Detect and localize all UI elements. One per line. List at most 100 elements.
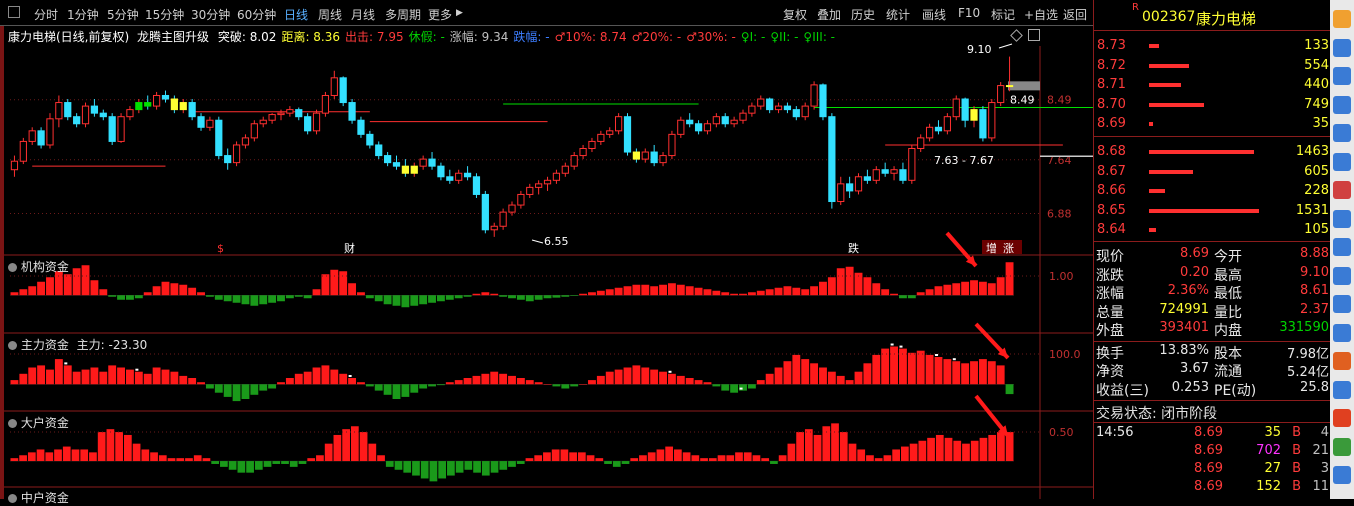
quote-header: R 002367 康力电梯 — [1094, 0, 1331, 31]
candle-icon[interactable] — [1333, 181, 1351, 199]
period-tab-9[interactable]: 多周期 — [385, 6, 421, 23]
toolbar-button-8[interactable]: 返回 — [1063, 6, 1087, 23]
window-toggle-icon[interactable] — [8, 6, 20, 18]
stat-label: 净资 — [1096, 364, 1124, 380]
toolbar-button-4[interactable]: 画线 — [922, 6, 946, 23]
flow-marker — [952, 358, 956, 361]
fire-icon[interactable] — [1333, 409, 1351, 427]
candle-body — [961, 98, 969, 121]
toolbar-button-2[interactable]: 历史 — [851, 6, 875, 23]
flow-bar — [596, 290, 605, 296]
period-tab-6[interactable]: 日线 — [284, 6, 308, 23]
flow-bar — [71, 449, 80, 462]
flow-bar — [712, 290, 721, 296]
book-icon[interactable] — [1333, 295, 1351, 313]
trend-icon[interactable] — [1333, 152, 1351, 171]
candle-body — [446, 176, 454, 181]
flow-bar — [277, 295, 285, 302]
tool-icon[interactable] — [1333, 466, 1351, 484]
candle-body — [668, 133, 676, 157]
toolbar-button-0[interactable]: 复权 — [783, 6, 807, 23]
period-tab-8[interactable]: 月线 — [351, 6, 375, 23]
flow-bar — [188, 378, 197, 385]
edit-icon[interactable] — [1333, 10, 1351, 28]
panel-collapse-icon[interactable] — [8, 419, 17, 428]
stat-value: 331590 — [1279, 320, 1329, 335]
candle-body — [543, 179, 552, 185]
bid-price: 8.65 — [1097, 202, 1126, 218]
flow-bar — [996, 365, 1005, 385]
toolbar-button-7[interactable]: +自选 — [1024, 6, 1058, 23]
candle-body — [570, 155, 578, 167]
flow-bar — [141, 449, 150, 462]
panel-4-label[interactable]: 中户资金 — [8, 489, 69, 506]
flow-bar — [708, 458, 717, 462]
box-icon[interactable] — [1333, 352, 1351, 370]
stock-name[interactable]: 康力电梯 — [1196, 8, 1256, 29]
candle-body — [455, 172, 463, 181]
period-tab-0[interactable]: 分时 — [34, 6, 58, 23]
flow-bar — [150, 452, 158, 462]
flow-bar — [916, 350, 925, 385]
stock-code[interactable]: 002367 — [1142, 9, 1195, 25]
toolbar-button-3[interactable]: 统计 — [886, 6, 910, 23]
candle-body — [952, 98, 960, 118]
flow-bar — [588, 380, 596, 385]
period-tab-3[interactable]: 15分钟 — [145, 6, 184, 23]
stat-value: 2.36% — [1167, 283, 1209, 298]
flow-bar — [62, 446, 71, 462]
panel-3-label[interactable]: 大户资金 — [8, 414, 69, 431]
list-icon[interactable] — [1333, 323, 1351, 342]
rsi-icon[interactable] — [1333, 380, 1351, 399]
globe-icon[interactable] — [1333, 437, 1351, 456]
toolbar-button-5[interactable]: F10 — [958, 6, 980, 20]
panel-2-label[interactable]: 主力资金 主力: -23.30 — [8, 336, 147, 353]
ask-price: 8.70 — [1097, 96, 1126, 112]
flow-bar — [99, 289, 108, 296]
flow-bar — [36, 449, 45, 462]
flow-bar — [804, 429, 813, 462]
panel-collapse-icon[interactable] — [8, 341, 17, 350]
flow-bar — [516, 295, 525, 300]
chart-area: 康力电梯(日线,前复权) 龙腾主图升级 突破: 8.02 距离: 8.36 出击: … — [4, 26, 1093, 505]
more-dropdown-icon[interactable]: ▶ — [456, 8, 463, 18]
flow-bar — [359, 432, 368, 462]
candle-body — [943, 116, 951, 132]
flow-bar — [45, 452, 54, 462]
flow-bar — [916, 292, 925, 296]
flow-bar — [333, 434, 342, 462]
period-tab-5[interactable]: 60分钟 — [237, 6, 276, 23]
flow-bar — [481, 373, 490, 385]
period-tab-2[interactable]: 5分钟 — [107, 6, 139, 23]
candle-body — [828, 116, 836, 203]
stat-label: 最低 — [1214, 286, 1242, 302]
candle-body — [979, 109, 987, 139]
period-tab-4[interactable]: 30分钟 — [191, 6, 230, 23]
chart-icon[interactable] — [1333, 67, 1351, 85]
toolbar-button-6[interactable]: 标记 — [991, 6, 1015, 23]
flow-bar — [774, 367, 783, 385]
period-tab-7[interactable]: 周线 — [318, 6, 342, 23]
period-tab-1[interactable]: 1分钟 — [67, 6, 99, 23]
flow-bar — [214, 384, 223, 393]
flow-bar — [560, 449, 569, 462]
f10-icon[interactable] — [1333, 209, 1351, 228]
fi-icon[interactable] — [1333, 238, 1351, 256]
pen-icon[interactable] — [1333, 124, 1351, 142]
flow-bar — [170, 283, 179, 296]
scale-icon[interactable] — [1333, 95, 1351, 114]
candle-body — [632, 151, 640, 160]
panel-1-label[interactable]: 机构资金 — [8, 258, 69, 275]
chart-svg[interactable]: 8.497.646.889.108.497.63 - 7.676.55$ 财跌增涨… — [4, 26, 1093, 499]
flow-bar — [925, 354, 934, 385]
flow-bar — [499, 373, 508, 385]
period-tab-10[interactable]: 更多 — [428, 6, 452, 23]
flow-bar — [454, 295, 463, 299]
toolbar-button-1[interactable]: 叠加 — [817, 6, 841, 23]
flow-bar — [735, 452, 743, 462]
flow-bar — [831, 423, 839, 462]
doc-icon[interactable] — [1333, 266, 1351, 285]
panel-collapse-icon[interactable] — [8, 263, 17, 272]
grid-icon[interactable] — [1333, 38, 1351, 57]
flow-bar — [730, 293, 739, 296]
